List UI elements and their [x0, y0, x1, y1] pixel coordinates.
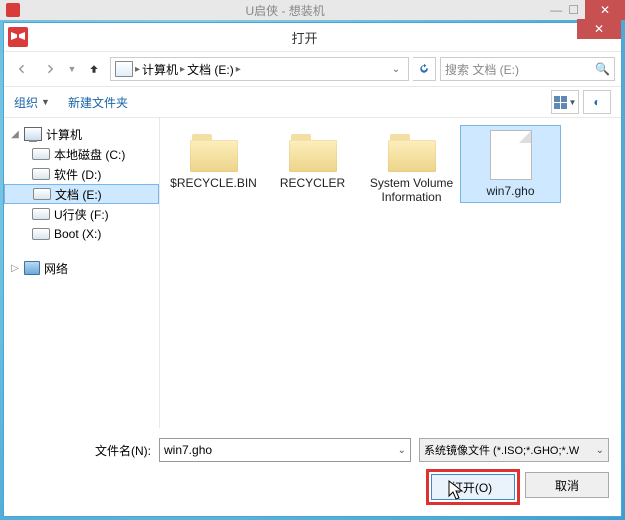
- tree-drive-e[interactable]: 文档 (E:): [4, 184, 159, 204]
- tree-drive-f[interactable]: U行侠 (F:): [4, 204, 159, 224]
- file-icon: [490, 130, 532, 180]
- crumb-dropdown[interactable]: ⌄: [388, 64, 404, 75]
- new-folder-button[interactable]: 新建文件夹: [68, 94, 128, 111]
- file-item-selected[interactable]: win7.gho: [461, 126, 560, 202]
- cancel-button[interactable]: 取消: [525, 472, 609, 498]
- background-window-title: U启侠 - 想装机 —☐ ✕: [0, 0, 625, 20]
- dialog-footer: 文件名(N): win7.gho ⌄ 系统镜像文件 (*.ISO;*.GHO;*…: [4, 428, 621, 516]
- search-icon: 🔍: [595, 62, 610, 76]
- tree-drive-x[interactable]: Boot (X:): [4, 224, 159, 244]
- folder-icon: [190, 134, 238, 172]
- filter-text: 系统镜像文件 (*.ISO;*.GHO;*.W: [424, 442, 579, 458]
- nav-back-button: [10, 57, 34, 81]
- filename-value: win7.gho: [164, 443, 212, 457]
- sidebar: ◢计算机 本地磁盘 (C:) 软件 (D:) 文档 (E:) U行侠 (F:) …: [4, 118, 160, 428]
- drive-icon: [32, 208, 50, 220]
- tree-drive-d[interactable]: 软件 (D:): [4, 164, 159, 184]
- nav-recent-dropdown[interactable]: ▼: [66, 57, 78, 81]
- chevron-right-icon: ▸: [180, 64, 185, 75]
- view-options-button[interactable]: ▼: [551, 90, 579, 114]
- computer-icon: [115, 61, 133, 77]
- crumb-computer[interactable]: 计算机: [142, 61, 178, 78]
- dropdown-icon[interactable]: ⌄: [398, 445, 406, 456]
- close-button[interactable]: ✕: [577, 19, 621, 39]
- drive-icon: [32, 148, 50, 160]
- help-button[interactable]: ◐: [583, 90, 611, 114]
- file-list[interactable]: $RECYCLE.BIN RECYCLER System Volume Info…: [160, 118, 621, 428]
- bg-app-icon: [6, 3, 20, 17]
- app-icon: [8, 27, 28, 47]
- item-label: System Volume Information: [364, 176, 459, 204]
- folder-icon: [388, 134, 436, 172]
- dialog-titlebar: 打开 ✕: [4, 23, 621, 52]
- drive-icon: [32, 168, 50, 180]
- folder-item[interactable]: System Volume Information: [362, 126, 461, 208]
- folder-icon: [289, 134, 337, 172]
- open-button[interactable]: 打开(O): [431, 474, 515, 500]
- dropdown-icon[interactable]: ⌄: [596, 445, 604, 456]
- crumb-location[interactable]: 文档 (E:): [187, 61, 234, 78]
- search-input[interactable]: 搜索 文档 (E:) 🔍: [440, 57, 615, 81]
- item-label: win7.gho: [486, 184, 534, 198]
- dialog-title: 打开: [32, 28, 577, 47]
- bg-close-button[interactable]: ✕: [585, 0, 625, 20]
- nav-up-button[interactable]: [82, 57, 106, 81]
- nav-bar: ▼ ▸ 计算机 ▸ 文档 (E:) ▸ ⌄ 搜索 文档 (E:) 🔍: [4, 52, 621, 87]
- organize-button[interactable]: 组织▼: [14, 94, 50, 111]
- folder-item[interactable]: $RECYCLE.BIN: [164, 126, 263, 194]
- tree-drive-c[interactable]: 本地磁盘 (C:): [4, 144, 159, 164]
- computer-icon: [24, 127, 42, 141]
- item-label: $RECYCLE.BIN: [170, 176, 257, 190]
- chevron-right-icon: ▸: [135, 64, 140, 75]
- drive-icon: [32, 228, 50, 240]
- toolbar: 组织▼ 新建文件夹 ▼ ◐: [4, 87, 621, 118]
- network-icon: [24, 261, 40, 275]
- nav-forward-button: [38, 57, 62, 81]
- refresh-button[interactable]: [413, 57, 436, 81]
- drive-icon: [33, 188, 51, 200]
- tree-computer[interactable]: ◢计算机: [4, 124, 159, 144]
- open-button-highlight: 打开(O): [429, 472, 517, 502]
- bg-title-text: U启侠 - 想装机: [26, 2, 544, 19]
- expand-icon[interactable]: ▷: [10, 263, 20, 274]
- item-label: RECYCLER: [280, 176, 345, 190]
- folder-item[interactable]: RECYCLER: [263, 126, 362, 194]
- filename-input[interactable]: win7.gho ⌄: [159, 438, 411, 462]
- breadcrumb[interactable]: ▸ 计算机 ▸ 文档 (E:) ▸ ⌄: [110, 57, 409, 81]
- open-file-dialog: 打开 ✕ ▼ ▸ 计算机 ▸ 文档 (E:) ▸ ⌄ 搜索 文档 (E:) 🔍: [3, 22, 622, 517]
- search-placeholder: 搜索 文档 (E:): [445, 61, 519, 78]
- file-type-filter[interactable]: 系统镜像文件 (*.ISO;*.GHO;*.W ⌄: [419, 438, 609, 462]
- collapse-icon[interactable]: ◢: [10, 129, 20, 140]
- chevron-right-icon: ▸: [236, 64, 241, 75]
- tree-network[interactable]: ▷网络: [4, 258, 159, 278]
- filename-label: 文件名(N):: [16, 442, 151, 459]
